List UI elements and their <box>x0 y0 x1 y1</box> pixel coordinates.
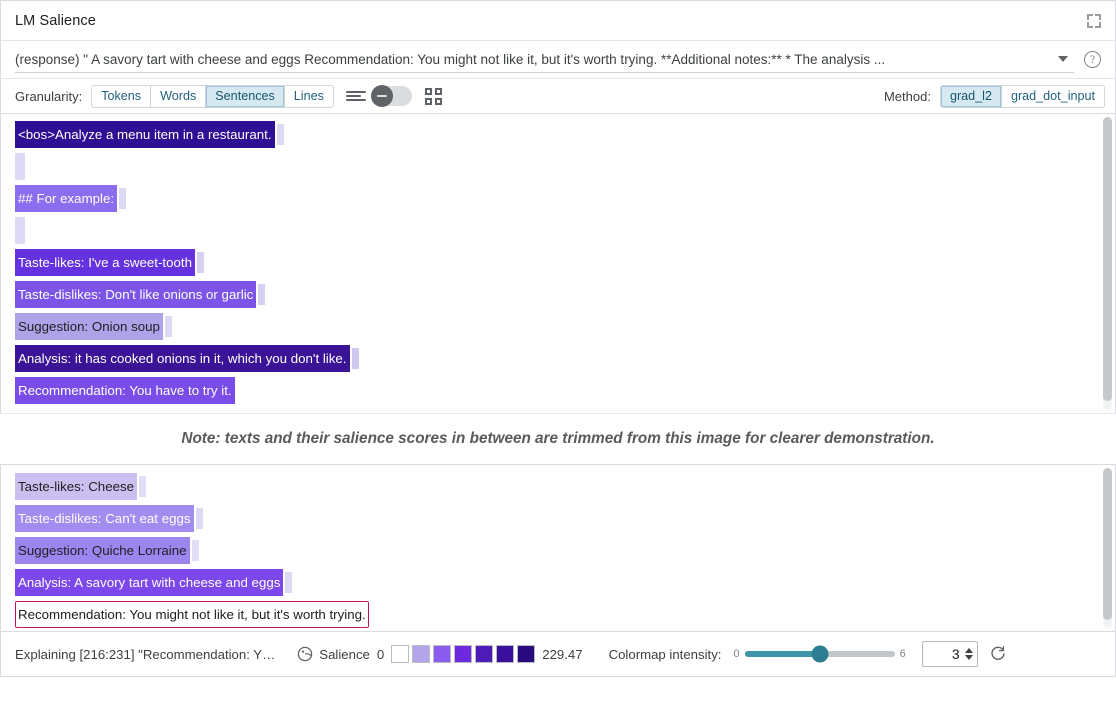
legend-label: Salience <box>319 647 370 662</box>
salience-segment[interactable]: Suggestion: Onion soup <box>15 313 163 340</box>
salience-rows-top: <bos>Analyze a menu item in a restaurant… <box>1 114 1115 403</box>
slider-fill <box>745 651 820 657</box>
colormap-intensity-control: Colormap intensity: 0 6 3 <box>609 641 1007 667</box>
legend-swatch <box>517 645 535 663</box>
salience-gap-segment[interactable] <box>285 572 292 593</box>
legend-swatch <box>475 645 493 663</box>
salience-row[interactable]: <bos>Analyze a menu item in a restaurant… <box>15 122 1115 147</box>
selection-row: (response) " A savory tart with cheese a… <box>0 41 1116 79</box>
salience-gap-segment[interactable] <box>277 124 284 145</box>
legend-min-value: 0 <box>377 647 384 662</box>
method-segmented-control: grad_l2 grad_dot_input <box>940 85 1105 108</box>
legend-swatch <box>433 645 451 663</box>
vertical-scrollbar-bottom[interactable] <box>1103 468 1112 628</box>
stepper-arrows[interactable] <box>965 648 973 660</box>
colormap-intensity-stepper[interactable]: 3 <box>922 641 978 667</box>
salience-segment[interactable]: Recommendation: You have to try it. <box>15 377 235 404</box>
legend-swatch <box>454 645 472 663</box>
legend-swatches <box>391 645 535 663</box>
scrollbar-thumb[interactable] <box>1103 117 1112 401</box>
salience-segment[interactable]: <bos>Analyze a menu item in a restaurant… <box>15 121 275 148</box>
toggle-knob <box>371 85 393 107</box>
salience-gap-segment[interactable] <box>119 188 126 209</box>
vertical-scrollbar[interactable] <box>1103 117 1112 410</box>
module-header: LM Salience <box>0 0 1116 41</box>
stepper-value: 3 <box>952 646 960 662</box>
granularity-option-sentences[interactable]: Sentences <box>206 86 285 107</box>
display-mode-toggle[interactable] <box>372 86 412 106</box>
salience-row[interactable] <box>15 154 1115 179</box>
salience-row[interactable]: Taste-dislikes: Can't eat eggs <box>15 506 1115 531</box>
granularity-option-lines[interactable]: Lines <box>285 86 333 107</box>
salience-segment[interactable]: ## For example: <box>15 185 117 212</box>
chevron-down-icon[interactable] <box>1058 56 1068 62</box>
salience-row[interactable]: ## For example: <box>15 186 1115 211</box>
legend-swatch <box>412 645 430 663</box>
salience-rows-bottom: Taste-likes: Cheese Taste-dislikes: Can't… <box>1 465 1115 627</box>
page-title: LM Salience <box>15 13 1085 29</box>
scrollbar-thumb[interactable] <box>1103 468 1112 620</box>
palette-icon <box>297 646 313 662</box>
salience-row[interactable]: Suggestion: Onion soup <box>15 314 1115 339</box>
method-option-grad-dot-input[interactable]: grad_dot_input <box>1002 86 1104 107</box>
salience-row[interactable]: Analysis: A savory tart with cheese and … <box>15 570 1115 595</box>
demo-note: Note: texts and their salience scores in… <box>0 414 1116 464</box>
granularity-label: Granularity: <box>15 89 82 104</box>
method-controls: Method: grad_l2 grad_dot_input <box>884 85 1105 108</box>
salience-row[interactable]: Taste-dislikes: Don't like onions or gar… <box>15 282 1115 307</box>
reset-refresh-icon[interactable] <box>989 645 1007 663</box>
explaining-status: Explaining [216:231] "Recommendation: Y… <box>15 647 275 662</box>
salience-gap-segment[interactable] <box>258 284 265 305</box>
salience-toolbar: Granularity: Tokens Words Sentences Line… <box>0 79 1116 114</box>
salience-segment[interactable]: Taste-likes: I've a sweet-tooth <box>15 249 195 276</box>
slider-min-label: 0 <box>733 648 739 660</box>
salience-panel-top: <bos>Analyze a menu item in a restaurant… <box>0 114 1116 414</box>
colormap-intensity-slider[interactable] <box>745 651 895 657</box>
response-select[interactable]: (response) " A savory tart with cheese a… <box>15 47 1074 73</box>
grid-view-icon[interactable] <box>425 88 442 105</box>
salience-segment[interactable]: Suggestion: Quiche Lorraine <box>15 537 190 564</box>
legend-swatch <box>496 645 514 663</box>
granularity-option-words[interactable]: Words <box>151 86 206 107</box>
salience-row[interactable]: Taste-likes: I've a sweet-tooth <box>15 250 1115 275</box>
help-circle-icon[interactable]: ? <box>1084 51 1101 68</box>
salience-gap-segment[interactable] <box>165 316 172 337</box>
slider-knob[interactable] <box>811 646 828 663</box>
salience-row[interactable]: Recommendation: You might not like it, b… <box>15 602 1115 627</box>
salience-gap-segment[interactable] <box>352 348 359 369</box>
granularity-segmented-control: Tokens Words Sentences Lines <box>91 85 334 108</box>
status-footer: Explaining [216:231] "Recommendation: Y…… <box>0 632 1116 677</box>
salience-row[interactable]: Suggestion: Quiche Lorraine <box>15 538 1115 563</box>
salience-row[interactable]: Recommendation: You have to try it. <box>15 378 1115 403</box>
salience-panel-bottom: Taste-likes: Cheese Taste-dislikes: Can't… <box>0 464 1116 632</box>
salience-segment[interactable] <box>15 153 25 180</box>
salience-gap-segment[interactable] <box>196 508 203 529</box>
slider-max-label: 6 <box>900 648 906 660</box>
colormap-intensity-label: Colormap intensity: <box>609 647 722 662</box>
salience-segment[interactable]: Taste-dislikes: Don't like onions or gar… <box>15 281 256 308</box>
response-select-value: (response) " A savory tart with cheese a… <box>15 52 1058 67</box>
lines-density-icon[interactable] <box>346 89 366 103</box>
salience-segment[interactable] <box>15 217 25 244</box>
lm-salience-module: LM Salience (response) " A savory tart w… <box>0 0 1116 710</box>
salience-legend: Salience 0 229.47 <box>319 645 582 663</box>
salience-segment[interactable]: Taste-likes: Cheese <box>15 473 137 500</box>
salience-gap-segment[interactable] <box>192 540 199 561</box>
legend-max-value: 229.47 <box>542 647 582 662</box>
salience-segment[interactable]: Taste-dislikes: Can't eat eggs <box>15 505 194 532</box>
method-label: Method: <box>884 89 931 104</box>
granularity-option-tokens[interactable]: Tokens <box>92 86 151 107</box>
salience-row[interactable]: Analysis: it has cooked onions in it, wh… <box>15 346 1115 371</box>
salience-row[interactable] <box>15 218 1115 243</box>
fullscreen-expand-icon[interactable] <box>1085 12 1103 30</box>
salience-gap-segment[interactable] <box>139 476 146 497</box>
salience-segment[interactable]: Analysis: A savory tart with cheese and … <box>15 569 283 596</box>
salience-segment-selected[interactable]: Recommendation: You might not like it, b… <box>15 601 369 628</box>
salience-gap-segment[interactable] <box>197 252 204 273</box>
salience-row[interactable]: Taste-likes: Cheese <box>15 474 1115 499</box>
salience-segment[interactable]: Analysis: it has cooked onions in it, wh… <box>15 345 350 372</box>
legend-swatch <box>391 645 409 663</box>
method-option-grad-l2[interactable]: grad_l2 <box>941 86 1002 107</box>
